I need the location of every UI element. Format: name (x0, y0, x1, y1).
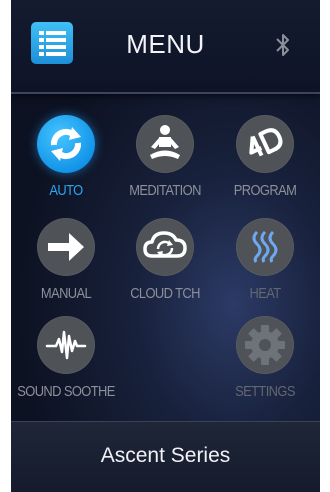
4d-icon (249, 128, 283, 157)
meditation-icon (150, 125, 180, 159)
series-name: Ascent Series (100, 444, 231, 467)
gear-icon (245, 325, 285, 365)
tile-label: SETTINGS (235, 383, 295, 400)
sound-wave-icon (45, 330, 87, 360)
tile-label: MANUAL (40, 285, 92, 302)
auto-button[interactable]: AUTO (16, 115, 116, 205)
auto-icon-circle (37, 115, 95, 173)
footer-bar: Ascent Series (11, 421, 320, 492)
arrow-right-icon (48, 233, 84, 261)
heat-button[interactable]: HEAT (215, 218, 315, 308)
bluetooth-icon[interactable] (273, 31, 293, 59)
tile-label: HEAT (249, 285, 281, 302)
program-button[interactable]: PROGRAM (215, 115, 315, 205)
tile-label: PROGRAM (233, 182, 297, 199)
meditation-button[interactable]: MEDITATION (115, 115, 215, 205)
manual-icon-circle (37, 218, 95, 276)
tile-label: CLOUD TCH (130, 285, 200, 302)
cloud-tch-button[interactable]: CLOUD TCH (115, 218, 215, 308)
heat-icon-circle (236, 218, 294, 276)
manual-button[interactable]: MANUAL (16, 218, 116, 308)
tile-label: AUTO (49, 182, 83, 199)
sound-soothe-icon-circle (37, 316, 95, 374)
cloud-sync-icon (143, 231, 187, 258)
tile-label: SOUND SOOTHE (17, 383, 115, 400)
meditation-icon-circle (136, 115, 194, 173)
sound-soothe-button[interactable]: SOUND SOOTHE (16, 316, 116, 406)
tile-label: MEDITATION (129, 182, 201, 199)
settings-button[interactable]: SETTINGS (215, 316, 315, 406)
app-screen: MENU AUTO MEDITATION PROGRAM MANUAL CLOU… (11, 0, 320, 492)
sync-arrows-icon (50, 127, 82, 161)
heat-waves-icon (252, 230, 278, 263)
settings-icon-circle (236, 316, 294, 374)
cloud-tch-icon-circle (136, 218, 194, 276)
program-icon-circle (236, 115, 294, 173)
top-bar: MENU (11, 0, 320, 94)
